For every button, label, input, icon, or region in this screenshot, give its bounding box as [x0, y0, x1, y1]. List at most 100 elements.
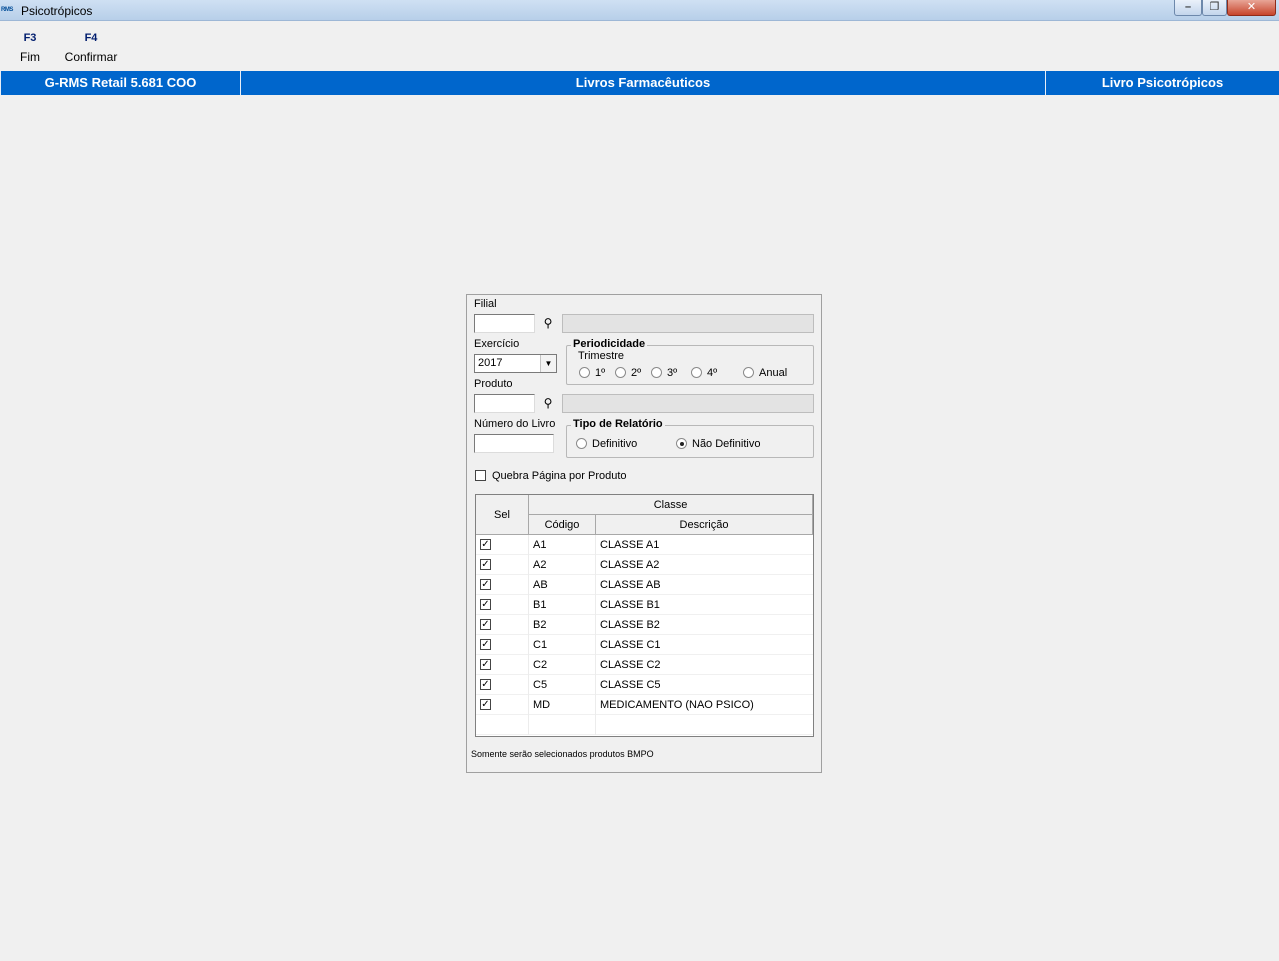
close-button[interactable]: ✕ [1227, 0, 1276, 16]
descricao-cell: CLASSE C5 [600, 679, 661, 691]
anual-radio[interactable]: Anual [743, 367, 787, 379]
descricao-cell [596, 715, 813, 735]
filial-lookup-button[interactable]: ⚲ [539, 314, 557, 332]
sel-cell: ✓ [476, 535, 529, 555]
radio-indicator [651, 367, 662, 378]
fkey-action-label: Fim [20, 50, 40, 64]
filial-input[interactable] [474, 314, 535, 333]
numero-livro-input[interactable] [474, 434, 554, 453]
confirmar-button[interactable]: F4 Confirmar [60, 32, 122, 64]
codigo-cell: B1 [529, 595, 596, 615]
descricao-cell: CLASSE B2 [600, 619, 660, 631]
chevron-down-icon[interactable]: ▼ [540, 355, 556, 372]
codigo-cell: A1 [529, 535, 596, 555]
quebra-pagina-checkbox[interactable] [475, 470, 486, 481]
row-select-checkbox[interactable]: ✓ [480, 579, 491, 590]
trimestre-4-radio[interactable]: 4º [691, 367, 717, 379]
exercicio-label: Exercício [474, 338, 520, 350]
app-version-label: G-RMS Retail 5.681 COO [0, 71, 241, 95]
sel-cell [476, 715, 529, 735]
radio-indicator [691, 367, 702, 378]
quebra-pagina-label: Quebra Página por Produto [492, 470, 627, 482]
sel-cell: ✓ [476, 555, 529, 575]
table-row[interactable]: ✓ C5 CLASSE C5 [476, 675, 813, 695]
row-select-checkbox[interactable]: ✓ [480, 599, 491, 610]
periodicidade-group: Periodicidade Trimestre 1º 2º 3º 4º Anua… [566, 338, 814, 385]
title-bar[interactable]: RMS Psicotrópicos – ❐ ✕ [0, 0, 1279, 21]
codigo-cell: B2 [529, 615, 596, 635]
codigo-column-header[interactable]: Código [529, 515, 596, 535]
descricao-cell: CLASSE AB [600, 579, 661, 591]
table-row-empty[interactable] [476, 715, 813, 735]
radio-indicator [576, 438, 587, 449]
binoculars-icon: ⚲ [543, 396, 553, 410]
table-row[interactable]: ✓ B1 CLASSE B1 [476, 595, 813, 615]
module-header: G-RMS Retail 5.681 COO Livros Farmacêuti… [0, 71, 1279, 95]
sel-cell: ✓ [476, 655, 529, 675]
row-select-checkbox[interactable]: ✓ [480, 679, 491, 690]
radio-indicator [615, 367, 626, 378]
radio-label: 1º [595, 367, 606, 379]
trimestre-2-radio[interactable]: 2º [615, 367, 641, 379]
trimestre-1-radio[interactable]: 1º [579, 367, 605, 379]
produto-input[interactable] [474, 394, 535, 413]
row-select-checkbox[interactable]: ✓ [480, 619, 491, 630]
radio-indicator [579, 367, 590, 378]
footnote-text: Somente serão selecionados produtos BMPO [471, 749, 654, 759]
descricao-cell: MEDICAMENTO (NAO PSICO) [600, 699, 754, 711]
row-select-checkbox[interactable]: ✓ [480, 699, 491, 710]
produto-lookup-button[interactable]: ⚲ [539, 394, 557, 412]
minimize-button[interactable]: – [1174, 0, 1202, 16]
descricao-cell: CLASSE A1 [600, 539, 660, 551]
fim-button[interactable]: F3 Fim [16, 32, 44, 64]
minimize-icon: – [1184, 1, 1192, 13]
fkey-label: F3 [23, 32, 37, 44]
table-row[interactable]: ✓ MD MEDICAMENTO (NAO PSICO) [476, 695, 813, 715]
codigo-cell [529, 715, 596, 735]
table-row[interactable]: ✓ A2 CLASSE A2 [476, 555, 813, 575]
descricao-column-header[interactable]: Descrição [596, 515, 813, 535]
radio-label: Definitivo [592, 438, 638, 450]
radio-label: 4º [707, 367, 718, 379]
sel-column-header[interactable]: Sel [476, 495, 529, 535]
module-title: Livros Farmacêuticos [241, 71, 1046, 95]
fkey-action-label: Confirmar [64, 50, 118, 64]
descricao-cell: CLASSE A2 [600, 559, 660, 571]
exercicio-select[interactable]: 2017 ▼ [474, 354, 557, 373]
radio-indicator [743, 367, 754, 378]
binoculars-icon: ⚲ [543, 316, 553, 330]
table-row[interactable]: ✓ C1 CLASSE C1 [476, 635, 813, 655]
definitivo-radio[interactable]: Definitivo [576, 438, 637, 450]
row-select-checkbox[interactable]: ✓ [480, 559, 491, 570]
classes-grid[interactable]: Sel Classe Código Descrição ✓ A1 CLASSE A1… [475, 494, 814, 737]
table-row[interactable]: ✓ C2 CLASSE C2 [476, 655, 813, 675]
radio-label: 3º [667, 367, 678, 379]
produto-label: Produto [474, 378, 513, 390]
close-icon: ✕ [1246, 1, 1257, 13]
fkey-label: F4 [84, 32, 98, 44]
tipo-relatorio-group: Tipo de Relatório Definitivo Não Definit… [566, 418, 814, 458]
sel-cell: ✓ [476, 575, 529, 595]
descricao-cell: CLASSE C2 [600, 659, 661, 671]
descricao-cell: CLASSE B1 [600, 599, 660, 611]
periodicidade-title: Periodicidade [571, 338, 648, 350]
row-select-checkbox[interactable]: ✓ [480, 539, 491, 550]
trimestre-label: Trimestre [578, 350, 625, 362]
restore-button[interactable]: ❐ [1202, 0, 1227, 16]
table-row[interactable]: ✓ A1 CLASSE A1 [476, 535, 813, 555]
radio-indicator-selected [676, 438, 687, 449]
row-select-checkbox[interactable]: ✓ [480, 659, 491, 670]
nao-definitivo-radio[interactable]: Não Definitivo [676, 438, 760, 450]
sel-cell: ✓ [476, 695, 529, 715]
table-row[interactable]: ✓ AB CLASSE AB [476, 575, 813, 595]
codigo-cell: C1 [529, 635, 596, 655]
codigo-cell: C5 [529, 675, 596, 695]
app-logo-icon: RMS [1, 7, 13, 13]
trimestre-3-radio[interactable]: 3º [651, 367, 677, 379]
codigo-cell: MD [529, 695, 596, 715]
screen-title: Livro Psicotrópicos [1101, 75, 1224, 90]
row-select-checkbox[interactable]: ✓ [480, 639, 491, 650]
codigo-cell: A2 [529, 555, 596, 575]
table-row[interactable]: ✓ B2 CLASSE B2 [476, 615, 813, 635]
sel-cell: ✓ [476, 615, 529, 635]
